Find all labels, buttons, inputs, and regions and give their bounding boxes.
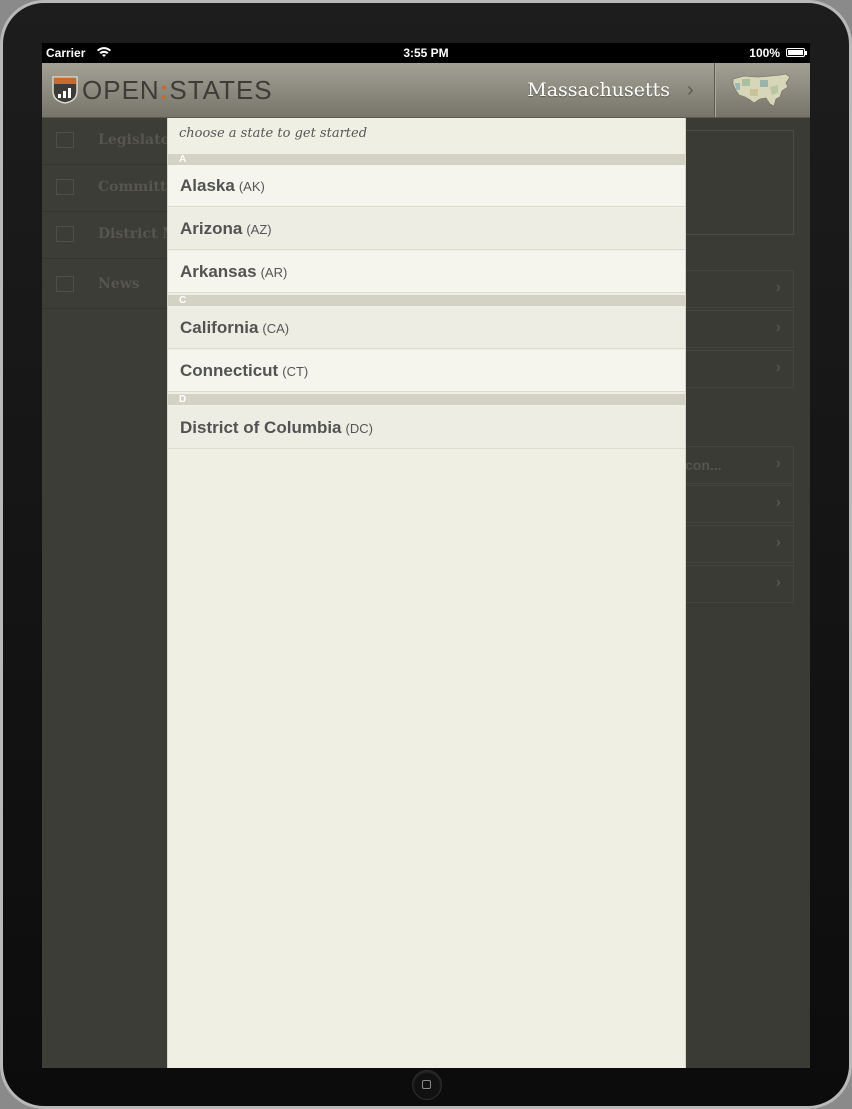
battery-percent: 100% xyxy=(749,46,780,60)
open-states-shield-icon xyxy=(52,76,78,104)
state-name-label: California (CA) xyxy=(180,318,289,338)
picker-header: choose a state to get started xyxy=(179,126,368,141)
state-name: District of Columbia xyxy=(180,418,342,437)
background-sidebar: Legislato Committe District M News xyxy=(42,118,178,1068)
state-abbr: (AZ) xyxy=(246,222,272,237)
state-row-california[interactable]: California (CA) xyxy=(168,307,685,349)
sidebar-item-label: Legislato xyxy=(98,132,170,148)
state-name: Arkansas xyxy=(180,262,257,281)
state-row-arizona[interactable]: Arizona (AZ) xyxy=(168,208,685,250)
state-abbr: (DC) xyxy=(345,421,373,436)
state-name-label: District of Columbia (DC) xyxy=(180,418,373,438)
sidebar-item-label: Committe xyxy=(98,179,176,195)
sidebar-item-committees: Committe xyxy=(42,165,175,212)
status-bar: Carrier 3:55 PM 100% xyxy=(42,43,810,63)
chevron-right-icon: › xyxy=(775,534,781,551)
background-row: › xyxy=(684,525,794,563)
chevron-right-icon: › xyxy=(775,279,781,296)
clock: 3:55 PM xyxy=(403,46,449,60)
state-name: California xyxy=(180,318,259,337)
background-row: › xyxy=(684,310,794,348)
background-row: › xyxy=(684,270,794,308)
section-header-c: C xyxy=(168,295,685,306)
chevron-right-icon: › xyxy=(775,359,781,376)
chevron-right-icon: › xyxy=(775,494,781,511)
background-row: › xyxy=(684,485,794,523)
us-map-icon[interactable] xyxy=(730,71,792,109)
logo-open: OPEN xyxy=(82,75,160,105)
legislators-icon xyxy=(56,132,74,148)
state-picker: choose a state to get started A Alaska (A… xyxy=(167,118,686,1068)
state-name-label: Alaska (AK) xyxy=(180,176,265,196)
logo-states: STATES xyxy=(169,75,273,105)
background-card xyxy=(684,130,794,235)
sidebar-item-label: District M xyxy=(98,226,178,242)
navbar: OPEN:STATES Massachusetts › xyxy=(42,63,810,118)
state-name-label: Arkansas (AR) xyxy=(180,262,287,282)
state-row-alaska[interactable]: Alaska (AK) xyxy=(168,165,685,207)
sidebar-item-legislators: Legislato xyxy=(42,118,170,165)
chevron-right-icon: › xyxy=(775,319,781,336)
state-row-arkansas[interactable]: Arkansas (AR) xyxy=(168,251,685,293)
background-row-text: con... xyxy=(685,457,722,473)
committees-icon xyxy=(56,179,74,195)
sidebar-item-label: News xyxy=(98,276,140,292)
home-button[interactable] xyxy=(412,1070,442,1100)
section-header-a: A xyxy=(168,154,685,165)
state-abbr: (AK) xyxy=(238,179,265,194)
chevron-right-icon: › xyxy=(775,574,781,591)
home-square-icon xyxy=(422,1080,431,1089)
app-logo: OPEN:STATES xyxy=(82,73,273,107)
sidebar-item-district-maps: District M xyxy=(42,212,178,259)
state-abbr: (AR) xyxy=(260,265,288,280)
chevron-right-icon: › xyxy=(775,455,781,472)
state-row-connecticut[interactable]: Connecticut (CT) xyxy=(168,350,685,392)
section-header-d: D xyxy=(168,394,685,405)
sidebar-item-news: News xyxy=(42,262,168,309)
state-abbr: (CA) xyxy=(262,321,290,336)
state-name: Arizona xyxy=(180,219,243,238)
battery-icon xyxy=(786,48,807,57)
news-icon xyxy=(56,276,74,292)
district-map-icon xyxy=(56,226,74,242)
navbar-divider xyxy=(714,63,715,117)
current-state-button[interactable]: Massachusetts xyxy=(527,77,670,103)
background-row: › xyxy=(684,350,794,388)
background-row: con... › xyxy=(684,446,794,484)
chevron-right-icon[interactable]: › xyxy=(687,77,694,103)
state-row-district-of-columbia[interactable]: District of Columbia (DC) xyxy=(168,407,685,449)
state-name-label: Connecticut (CT) xyxy=(180,361,308,381)
state-name: Connecticut xyxy=(180,361,279,380)
state-name-label: Arizona (AZ) xyxy=(180,219,272,239)
screen: Carrier 3:55 PM 100% OPEN:STATES Massach… xyxy=(42,43,810,1068)
background-row: › xyxy=(684,565,794,603)
logo-separator: : xyxy=(159,75,170,105)
state-name: Alaska xyxy=(180,176,235,195)
state-abbr: (CT) xyxy=(282,364,309,379)
